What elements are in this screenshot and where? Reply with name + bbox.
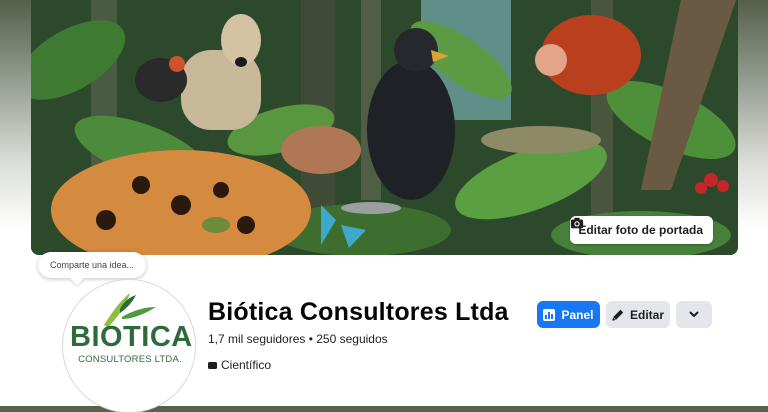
edit-cover-photo-button[interactable]: Editar foto de portada [570, 216, 713, 244]
cover-photo[interactable]: Editar foto de portada [31, 0, 738, 255]
camera-icon [571, 217, 584, 229]
panel-button[interactable]: Panel [537, 301, 600, 328]
edit-cover-photo-label: Editar foto de portada [578, 223, 703, 237]
dashboard-icon [543, 308, 556, 321]
pencil-icon [612, 309, 624, 321]
logo-wordmark: BIOTICA [70, 321, 193, 353]
share-idea-bubble[interactable]: Comparte una idea... [38, 252, 147, 278]
share-idea-text: Comparte una idea... [50, 260, 135, 270]
chevron-down-icon [689, 311, 699, 317]
page-category-label: Científico [221, 358, 272, 372]
panel-button-label: Panel [561, 307, 594, 322]
profile-picture[interactable]: BIOTICA CONSULTORES LTDA. [63, 280, 195, 412]
more-options-button[interactable] [676, 301, 712, 328]
page-title: Biótica Consultores Ltda [208, 298, 509, 326]
logo-subtitle: CONSULTORES LTDA. [78, 354, 182, 365]
briefcase-icon [208, 361, 217, 369]
follower-stats[interactable]: 1,7 mil seguidores • 250 seguidos [208, 332, 388, 346]
edit-page-label: Editar [629, 307, 664, 322]
page-category: Científico [208, 358, 271, 372]
edit-page-button[interactable]: Editar [606, 301, 670, 328]
